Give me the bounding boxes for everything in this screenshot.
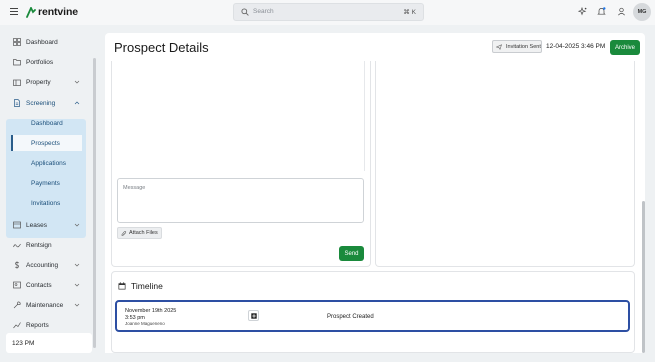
search-input[interactable]: Search ⌘ K (233, 3, 424, 21)
screening-icon (14, 99, 20, 107)
top-bar: rentvine Search ⌘ K MG (0, 0, 655, 25)
paperclip-icon (121, 231, 127, 236)
search-shortcut: ⌘ K (403, 9, 416, 16)
search-placeholder: Search (253, 8, 274, 15)
search-icon (241, 8, 249, 16)
details-card (375, 61, 635, 267)
menu-icon[interactable] (10, 8, 18, 16)
sidebar-item-label: Rentsign (26, 241, 52, 249)
content-scrollbar[interactable] (642, 201, 645, 353)
chevron-up-icon (74, 101, 80, 105)
sidebar-subitem-invitations[interactable]: Invitations (11, 195, 82, 211)
time-display: 123 PM (6, 333, 92, 353)
timeline-event-icon-box (248, 310, 259, 321)
message-placeholder: Message (123, 185, 146, 191)
sidebar-item-reports[interactable]: Reports (6, 317, 86, 333)
chevron-down-icon (74, 263, 80, 267)
timeline-card: Timeline November 19th 2025 3:53 pm Joan… (111, 271, 635, 353)
timeline-header: Timeline (118, 281, 163, 291)
page-header: Prospect Details Invitation Sent 12-04-2… (105, 33, 645, 61)
contacts-icon (13, 281, 21, 289)
sidebar-item-portfolios[interactable]: Portfolios (6, 54, 86, 70)
sidebar-item-label: Dashboard (26, 38, 58, 46)
archive-button[interactable]: Archive (610, 40, 640, 55)
timeline-date: November 19th 2025 (125, 308, 177, 314)
timeline-entry[interactable]: November 19th 2025 3:53 pm Joanne Maguen… (115, 300, 630, 332)
sparkle-icon[interactable] (578, 7, 587, 16)
sidebar-item-label: Portfolios (26, 58, 54, 66)
sidebar-item-property[interactable]: Property (6, 74, 86, 90)
prospect-content: Message Attach Files Send Timeline Novem… (105, 61, 645, 353)
send-button[interactable]: Send (339, 246, 364, 261)
app-logo[interactable]: rentvine (26, 5, 78, 19)
signature-icon (13, 243, 21, 248)
sidebar-item-label: Leases (26, 221, 47, 229)
folder-icon (13, 59, 21, 66)
rentvine-logo-icon (26, 6, 36, 18)
lease-icon (13, 221, 21, 229)
sidebar-subitem-prospects[interactable]: Prospects (11, 135, 82, 151)
sidebar-item-label: Property (26, 78, 51, 86)
sidebar-item-label: Accounting (26, 261, 59, 269)
sidebar-subitem-dashboard[interactable]: Dashboard (11, 115, 82, 131)
bell-icon[interactable] (597, 7, 606, 16)
status-date: 12-04-2025 3:46 PM (546, 43, 606, 50)
send-icon (496, 44, 502, 50)
messages-scrollbar[interactable] (364, 61, 365, 171)
sidebar-item-maintenance[interactable]: Maintenance (6, 297, 86, 313)
chevron-down-icon (74, 303, 80, 307)
sidebar-subitem-applications[interactable]: Applications (11, 155, 82, 171)
sidebar-item-label: Maintenance (26, 301, 64, 309)
sidebar-item-screening[interactable]: Screening (6, 95, 86, 111)
app-name: rentvine (38, 6, 79, 18)
avatar[interactable]: MG (633, 3, 651, 21)
timeline-event: Prospect Created (327, 314, 374, 320)
wrench-icon (13, 301, 21, 309)
calendar-icon (118, 282, 126, 290)
sidebar-item-label: Screening (26, 99, 56, 107)
timeline-user: Joanne Magueneno (125, 321, 165, 326)
chevron-down-icon (74, 80, 80, 84)
attach-files-button[interactable]: Attach Files (117, 227, 162, 239)
user-icon[interactable] (617, 7, 626, 16)
sidebar-item-dashboard[interactable]: Dashboard (6, 34, 86, 50)
sidebar-item-label: Contacts (26, 281, 52, 289)
dashboard-icon (13, 38, 21, 46)
chart-icon (13, 322, 21, 329)
chevron-down-icon (74, 223, 80, 227)
message-input[interactable]: Message (117, 178, 364, 223)
sidebar-item-contacts[interactable]: Contacts (6, 277, 86, 293)
attach-files-label: Attach Files (129, 230, 158, 236)
sidebar-item-leases[interactable]: Leases (6, 217, 86, 233)
chevron-down-icon (74, 283, 80, 287)
building-icon (13, 79, 21, 86)
sidebar-item-label: Reports (26, 321, 49, 329)
sidebar-subitem-payments[interactable]: Payments (11, 175, 82, 191)
status-badge-label: Invitation Sent (506, 43, 541, 50)
sidebar-item-accounting[interactable]: Accounting (6, 257, 86, 273)
sidebar-item-rentsign[interactable]: Rentsign (6, 237, 86, 253)
page-title: Prospect Details (114, 40, 209, 55)
plus-icon (250, 312, 257, 319)
sidebar-scrollbar[interactable] (93, 58, 96, 348)
status-badge: Invitation Sent (492, 40, 542, 53)
timeline-title: Timeline (131, 281, 163, 291)
sidebar: Dashboard Portfolios Property Screening … (0, 25, 96, 362)
dollar-icon (14, 261, 20, 269)
